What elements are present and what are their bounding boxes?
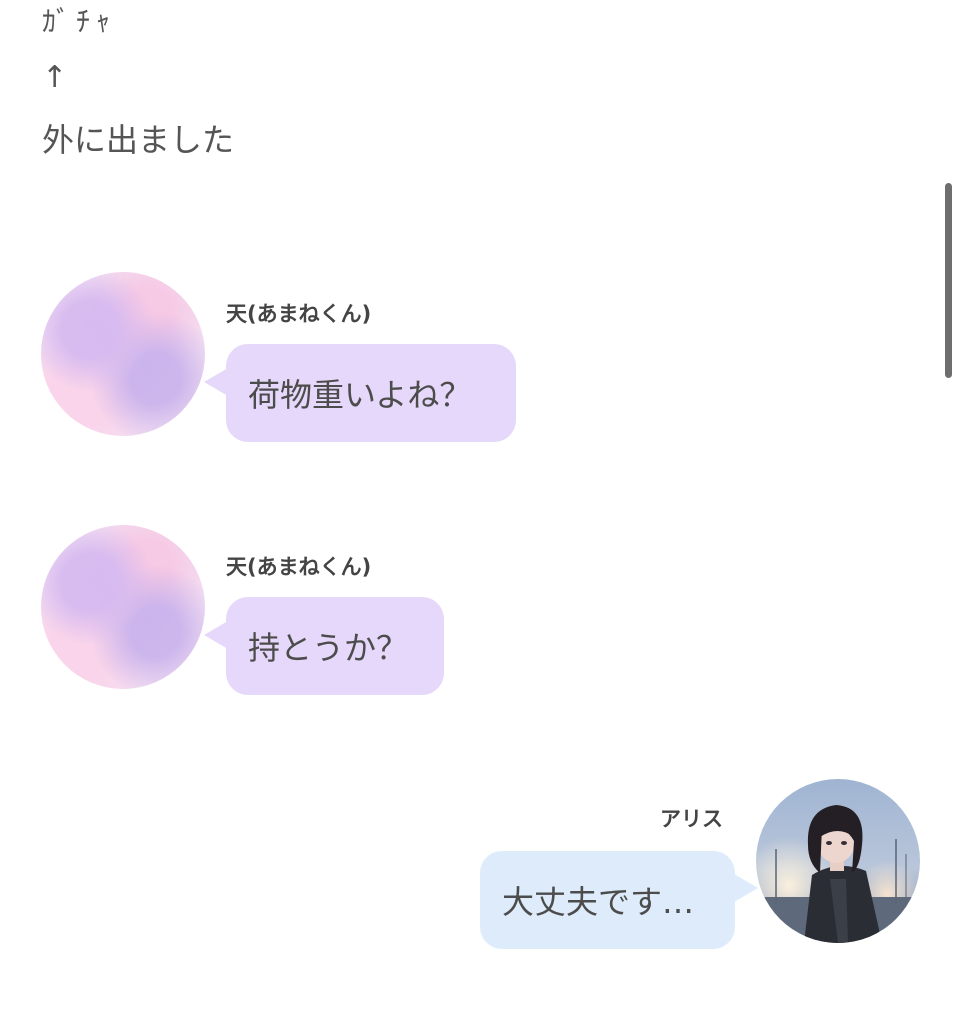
speaker-name: 天(あまねくん) (226, 302, 372, 326)
bubble-tail (734, 874, 758, 902)
girl-avatar-icon (756, 779, 920, 943)
narration-sound-effect: ｶﾞﾁｬ (42, 5, 117, 38)
bubble-tail (204, 621, 228, 649)
message-bubble: 大丈夫です… (480, 851, 735, 949)
speaker-name: アリス (660, 807, 723, 831)
narration-arrow: ↑ (42, 60, 68, 95)
bubble-tail (204, 368, 228, 396)
avatar[interactable] (41, 525, 205, 689)
message-bubble: 持とうか？ (226, 597, 444, 695)
message-bubble: 荷物重いよね？ (226, 344, 516, 442)
chat-story-page: ｶﾞﾁｬ ↑ 外に出ました 天(あまねくん) 荷物重いよね？ 天(あまねくん) … (0, 0, 960, 1020)
scrollbar[interactable] (945, 183, 952, 378)
avatar[interactable] (756, 779, 920, 943)
speaker-name: 天(あまねくん) (226, 555, 372, 579)
narration-text: 外に出ました (42, 121, 235, 159)
avatar[interactable] (41, 272, 205, 436)
